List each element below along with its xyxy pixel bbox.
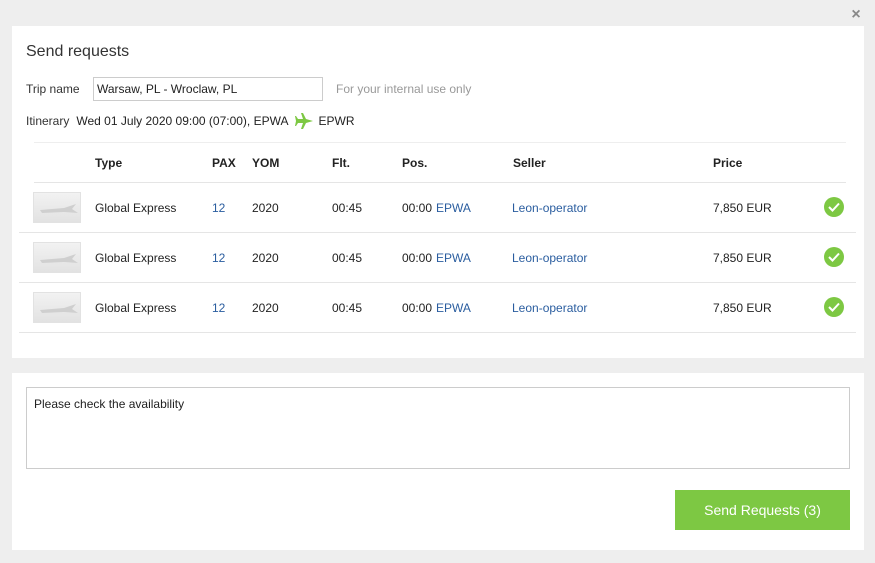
aircraft-thumbnail <box>33 292 81 323</box>
table-header: Type PAX YOM Flt. Pos. Seller Price <box>34 142 846 183</box>
table-row[interactable]: Global Express 12 2020 00:45 00:00 EPWA … <box>19 283 856 333</box>
page-title: Send requests <box>26 43 130 60</box>
pax-value: 12 <box>212 201 226 215</box>
plane-icon <box>295 113 314 129</box>
trip-name-input[interactable] <box>93 77 323 101</box>
price-value: 7,850 EUR <box>713 301 772 315</box>
col-type: Type <box>95 156 123 170</box>
position-time: 00:00 <box>402 201 433 215</box>
seller-link[interactable]: Leon-operator <box>512 201 587 215</box>
col-yom: YOM <box>252 156 280 170</box>
position-airport-link[interactable]: EPWA <box>436 251 471 265</box>
trip-name-label: Trip name <box>26 82 80 96</box>
flight-time: 00:45 <box>332 301 363 315</box>
flight-time: 00:45 <box>332 251 363 265</box>
col-seller: Seller <box>513 156 546 170</box>
itinerary-arrival: EPWR <box>318 114 355 128</box>
price-value: 7,850 EUR <box>713 251 772 265</box>
table-row[interactable]: Global Express 12 2020 00:45 00:00 EPWA … <box>19 183 856 233</box>
seller-link[interactable]: Leon-operator <box>512 251 587 265</box>
price-value: 7,850 EUR <box>713 201 772 215</box>
col-pax: PAX <box>212 156 236 170</box>
request-details-panel: Send requests Trip name For your interna… <box>12 26 864 358</box>
check-icon[interactable] <box>824 297 844 317</box>
position-time: 00:00 <box>402 251 433 265</box>
close-icon[interactable]: × <box>849 7 863 23</box>
yom-value: 2020 <box>252 301 279 315</box>
aircraft-type: Global Express <box>95 301 177 315</box>
col-pos: Pos. <box>402 156 428 170</box>
trip-name-hint: For your internal use only <box>336 82 472 96</box>
seller-link[interactable]: Leon-operator <box>512 301 587 315</box>
position-time: 00:00 <box>402 301 433 315</box>
check-icon[interactable] <box>824 197 844 217</box>
send-requests-button[interactable]: Send Requests (3) <box>675 490 850 530</box>
aircraft-table: Type PAX YOM Flt. Pos. Seller Price Glob… <box>19 142 856 333</box>
check-icon[interactable] <box>824 247 844 267</box>
position-airport-link[interactable]: EPWA <box>436 301 471 315</box>
itinerary-label: Itinerary <box>26 114 70 128</box>
pax-value: 12 <box>212 301 226 315</box>
col-flt: Flt. <box>332 156 350 170</box>
pax-value: 12 <box>212 251 226 265</box>
aircraft-type: Global Express <box>95 251 177 265</box>
aircraft-thumbnail <box>33 242 81 273</box>
yom-value: 2020 <box>252 251 279 265</box>
col-price: Price <box>713 156 743 170</box>
aircraft-type: Global Express <box>95 201 177 215</box>
position-airport-link[interactable]: EPWA <box>436 201 471 215</box>
itinerary-row: Itinerary Wed 01 July 2020 09:00 (07:00)… <box>26 113 354 129</box>
itinerary-departure: Wed 01 July 2020 09:00 (07:00), EPWA <box>76 114 289 128</box>
aircraft-thumbnail <box>33 192 81 223</box>
message-textarea[interactable]: Please check the availability <box>26 387 850 469</box>
table-row[interactable]: Global Express 12 2020 00:45 00:00 EPWA … <box>19 233 856 283</box>
yom-value: 2020 <box>252 201 279 215</box>
message-panel: Please check the availability Send Reque… <box>12 373 864 550</box>
flight-time: 00:45 <box>332 201 363 215</box>
